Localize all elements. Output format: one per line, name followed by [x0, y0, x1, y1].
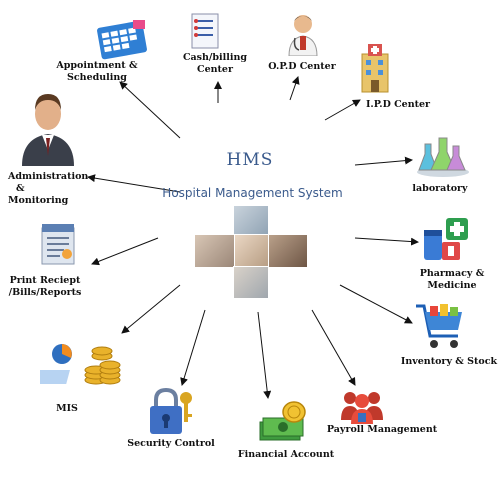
- label-appointment: Appointment & Scheduling: [50, 60, 144, 84]
- center-subtitle: Hospital Management System: [162, 186, 343, 200]
- photo-bottom: [233, 266, 269, 299]
- report-icon: [41, 224, 75, 265]
- label-administration-line1: Administration: [8, 171, 89, 182]
- label-cash-billing-line1: Cash/billing: [182, 52, 248, 63]
- flasks-icon: [417, 137, 469, 177]
- arrow-inventory: [339, 284, 413, 324]
- arrow-payroll: [311, 309, 356, 386]
- photo-center: [234, 234, 270, 268]
- businessman-icon: [22, 94, 74, 166]
- arrow-financial: [257, 311, 272, 399]
- label-security: Security Control: [127, 438, 215, 449]
- label-financial: Financial Account: [237, 449, 335, 460]
- label-laboratory: laboratory: [412, 183, 468, 194]
- calendar-icon: [97, 20, 147, 60]
- label-administration-line3: Monitoring: [8, 195, 69, 206]
- arrow-print: [91, 237, 159, 266]
- label-appointment-line1: Appointment &: [56, 60, 138, 71]
- arrow-pharmacy: [354, 237, 419, 246]
- arrow-ipd: [324, 99, 361, 121]
- label-inventory: Inventory & Stock: [400, 356, 498, 367]
- label-cash-billing: Cash/billing Center: [170, 52, 260, 76]
- padlock-icon: [150, 388, 192, 434]
- label-administration: Administration & Monitoring: [8, 171, 89, 207]
- hms-diagram: HMS Hospital Management System Appointme…: [0, 0, 500, 478]
- center-title: HMS: [226, 150, 274, 170]
- arrow-opd: [289, 76, 300, 101]
- label-pharmacy: Pharmacy & Medicine: [415, 268, 489, 292]
- label-pharmacy-line1: Pharmacy &: [419, 268, 485, 279]
- cart-icon: [416, 304, 462, 348]
- photo-right: [268, 234, 308, 268]
- people-icon: [341, 392, 383, 424]
- label-mis: MIS: [56, 403, 78, 414]
- label-payroll: Payroll Management: [326, 424, 438, 435]
- photo-top: [233, 205, 269, 237]
- building-icon: [361, 44, 389, 93]
- clipboard-icon: [191, 13, 219, 49]
- label-appointment-line2: Scheduling: [67, 72, 127, 83]
- arrow-laboratory: [354, 156, 413, 166]
- coins-chart-icon: [40, 344, 121, 385]
- label-print-receipt-line1: Print Reciept: [9, 275, 81, 286]
- doctor-icon: [288, 15, 318, 56]
- arrow-appointment: [119, 81, 181, 139]
- label-opd: O.P.D Center: [268, 61, 336, 72]
- arrow-mis: [121, 284, 181, 334]
- arrow-security: [180, 309, 206, 386]
- label-pharmacy-line2: Medicine: [427, 280, 477, 291]
- money-icon: [259, 401, 306, 441]
- label-ipd: I.P.D Center: [365, 99, 431, 110]
- label-cash-billing-line2: Center: [197, 64, 233, 75]
- label-print-receipt: Print Reciept /Bills/Reports: [4, 275, 86, 299]
- photo-left: [194, 234, 236, 268]
- label-administration-line2: &: [16, 183, 25, 194]
- label-print-receipt-line2: /Bills/Reports: [8, 287, 82, 298]
- medicine-icon: [424, 218, 468, 260]
